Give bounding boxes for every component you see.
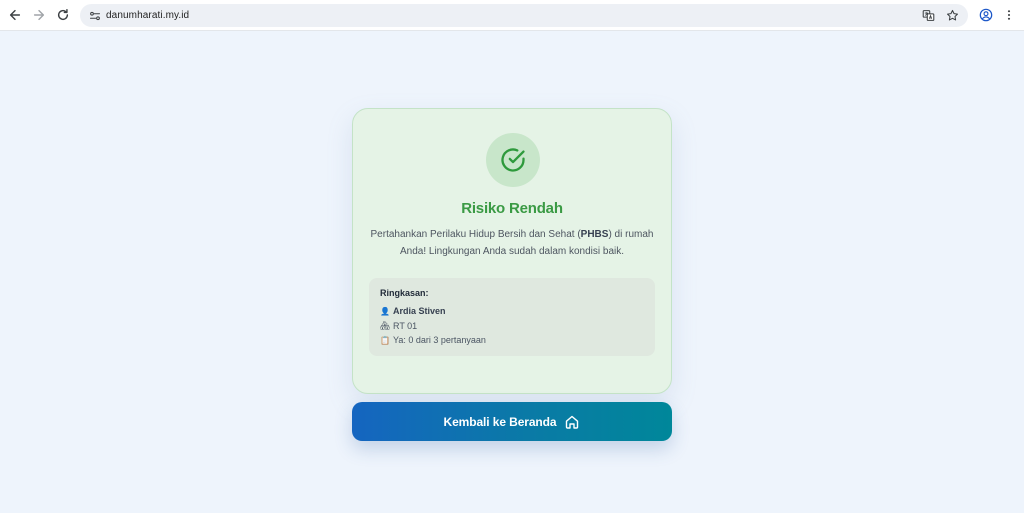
result-card: Risiko Rendah Pertahankan Perilaku Hidup… <box>352 108 672 394</box>
summary-box: Ringkasan: 👤 Ardia Stiven 🏘 RT 01 📋 Ya: … <box>369 278 655 356</box>
clipboard-icon: 📋 <box>380 335 390 345</box>
arrow-right-icon <box>33 9 45 21</box>
address-bar[interactable]: danumharati.my.id <box>80 4 968 27</box>
risk-message-start: Pertahankan Perilaku Hidup Bersih dan Se… <box>370 229 581 240</box>
neighborhood-icon: 🏘 <box>380 321 391 331</box>
summary-answers-row: 📋 Ya: 0 dari 3 pertanyaan <box>380 333 644 348</box>
back-to-home-button[interactable]: Kembali ke Beranda <box>352 402 672 441</box>
summary-rt-row: 🏘 RT 01 <box>380 319 644 334</box>
check-circle-icon <box>501 148 525 172</box>
risk-level-title: Risiko Rendah <box>461 200 563 217</box>
arrow-left-icon <box>9 9 21 21</box>
phbs-abbreviation: PHBS <box>580 229 609 240</box>
bookmark-star-icon[interactable] <box>942 5 962 25</box>
answers-count: Ya: 0 dari 3 pertanyaan <box>393 335 486 346</box>
status-badge <box>486 133 540 187</box>
rt-value: RT 01 <box>393 320 418 331</box>
translate-icon[interactable] <box>918 5 938 25</box>
url-text[interactable]: danumharati.my.id <box>106 10 189 21</box>
profile-avatar-icon[interactable] <box>976 4 996 26</box>
browser-toolbar: danumharati.my.id <box>0 0 1024 31</box>
back-button[interactable] <box>3 3 27 27</box>
forward-button[interactable] <box>27 3 51 27</box>
person-icon: 👤 <box>380 306 390 316</box>
respondent-name: Ardia Stiven <box>393 306 446 317</box>
home-icon <box>566 415 579 429</box>
reload-icon <box>57 9 69 21</box>
risk-message: Pertahankan Perilaku Hidup Bersih dan Se… <box>367 226 657 260</box>
summary-name-row: 👤 Ardia Stiven <box>380 304 644 319</box>
reload-button[interactable] <box>51 3 75 27</box>
summary-title: Ringkasan: <box>380 288 429 298</box>
site-info-icon[interactable] <box>85 6 105 26</box>
kebab-menu-icon[interactable] <box>1000 4 1018 26</box>
back-to-home-label: Kembali ke Beranda <box>443 414 557 429</box>
